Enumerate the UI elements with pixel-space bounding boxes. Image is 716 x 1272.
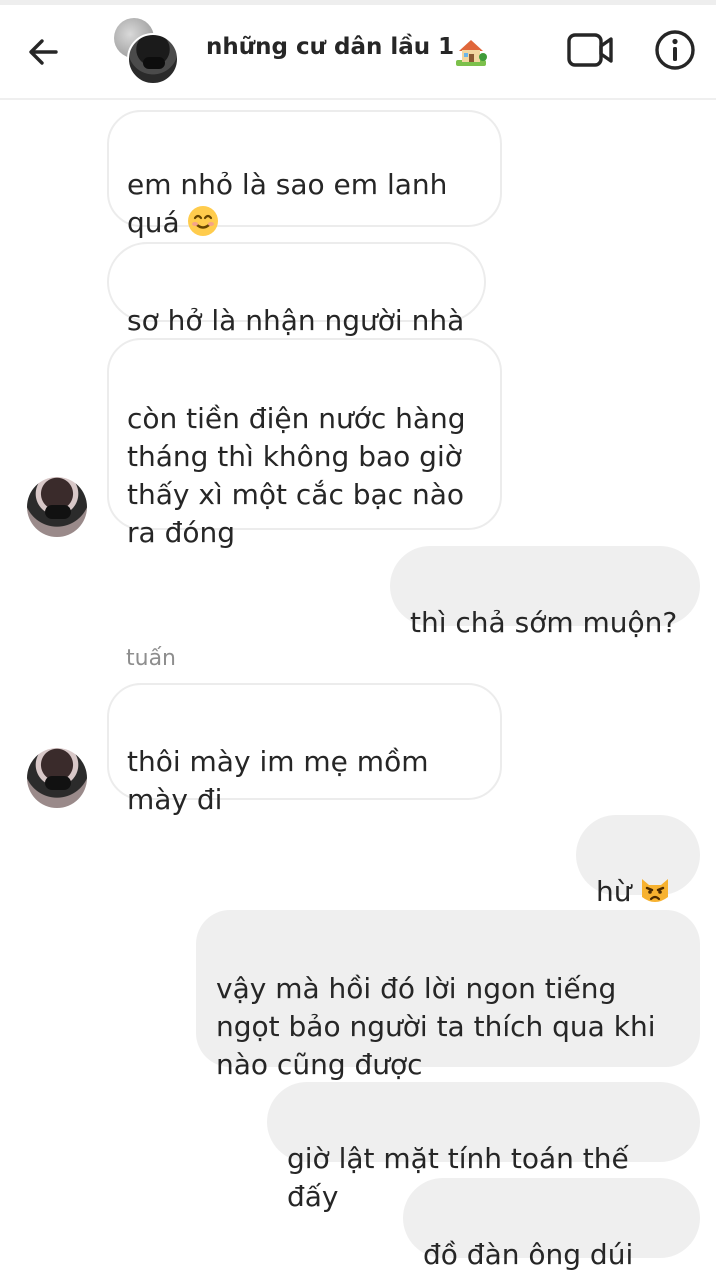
message-text: sơ hở là nhận người nhà [127,304,465,337]
message-text: vậy mà hồi đó lời ngon tiếng ngọt bảo ng… [216,972,656,1081]
message-bubble-outgoing[interactable]: đồ đàn ông dúi trá [403,1178,700,1271]
info-icon[interactable] [654,29,696,71]
pouting-cat-icon [641,879,668,902]
house-with-garden-icon [456,40,487,66]
message-text: hừ [596,875,632,908]
chat-screen: những cư dân lầu 1 em nhỏ là sao em lanh… [0,0,716,1272]
chat-header: những cư dân lầu 1 [0,0,716,100]
message-text: em nhỏ là sao em lanh quá [127,168,448,239]
message-bubble-outgoing[interactable]: giờ lật mặt tính toán thế đấy [267,1082,700,1213]
message-bubble-outgoing[interactable]: hừ [576,815,700,908]
message-bubble-outgoing[interactable]: thì chả sớm muộn? [390,546,700,639]
status-bar-strip [0,0,716,5]
group-avatar[interactable] [114,18,179,85]
video-call-icon[interactable] [566,30,616,70]
sender-name: tuấn [126,646,176,671]
message-text: còn tiền điện nước hàng tháng thì không … [127,402,466,549]
message-text: thôi mày im mẹ mồm mày đi [127,745,429,816]
message-bubble-incoming[interactable]: em nhỏ là sao em lanh quá [107,110,502,239]
message-bubble-incoming[interactable]: thôi mày im mẹ mồm mày đi [107,683,502,816]
sender-avatar[interactable] [27,748,87,808]
back-arrow-icon[interactable] [22,30,66,74]
message-text: thì chả sớm muộn? [410,606,678,639]
group-avatar-front [127,33,179,85]
sender-avatar[interactable] [27,477,87,537]
message-text: đồ đàn ông dúi trá [423,1238,634,1271]
chat-title[interactable]: những cư dân lầu 1 [206,34,454,60]
message-bubble-incoming[interactable]: còn tiền điện nước hàng tháng thì không … [107,338,502,549]
message-bubble-outgoing[interactable]: vậy mà hồi đó lời ngon tiếng ngọt bảo ng… [196,910,700,1081]
smiling-face-icon [187,206,218,236]
message-bubble-incoming[interactable]: sơ hở là nhận người nhà [107,242,486,337]
